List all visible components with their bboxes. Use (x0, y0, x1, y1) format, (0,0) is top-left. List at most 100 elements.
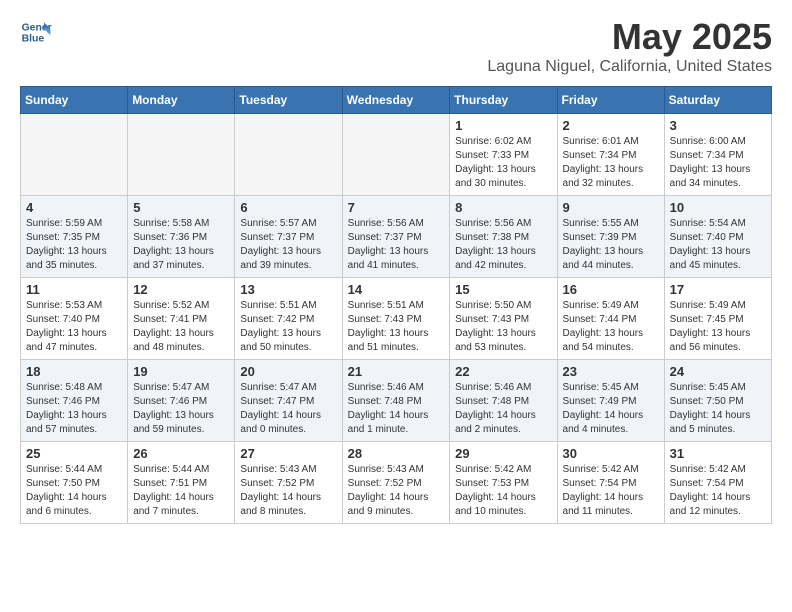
calendar-cell: 3 Sunrise: 6:00 AM Sunset: 7:34 PM Daylig… (664, 114, 771, 196)
logo-icon: General Blue (20, 16, 52, 48)
day-number: 20 (240, 364, 336, 379)
calendar-cell: 18Sunrise: 5:48 AM Sunset: 7:46 PM Dayli… (21, 360, 128, 442)
calendar-cell: 1Sunrise: 6:02 AM Sunset: 7:33 PM Daylig… (450, 114, 557, 196)
day-number: 25 (26, 446, 122, 461)
day-number: 21 (348, 364, 445, 379)
calendar-week-row: 1Sunrise: 6:02 AM Sunset: 7:33 PM Daylig… (21, 114, 772, 196)
calendar-cell: 9 Sunrise: 5:55 AM Sunset: 7:39 PM Daylig… (557, 196, 664, 278)
day-number: 4 (26, 200, 122, 215)
calendar-cell: 22 Sunrise: 5:46 AM Sunset: 7:48 PM Dayli… (450, 360, 557, 442)
day-info: Sunrise: 5:42 AM Sunset: 7:54 PM Dayligh… (670, 463, 766, 519)
day-info: Sunrise: 5:45 AM Sunset: 7:49 PM Dayligh… (563, 381, 659, 437)
day-number: 5 (133, 200, 229, 215)
day-info: Sunrise: 5:52 AM Sunset: 7:41 PM Dayligh… (133, 299, 229, 355)
day-info: Sunrise: 5:42 AM Sunset: 7:54 PM Dayligh… (563, 463, 659, 519)
day-info: Sunrise: 5:58 AM Sunset: 7:36 PM Dayligh… (133, 217, 229, 273)
day-number: 23 (563, 364, 659, 379)
day-number: 7 (348, 200, 445, 215)
day-number: 17 (670, 282, 766, 297)
calendar-cell: 13 Sunrise: 5:51 AM Sunset: 7:42 PM Dayli… (235, 278, 342, 360)
calendar-cell: 7 Sunrise: 5:56 AM Sunset: 7:37 PM Daylig… (342, 196, 450, 278)
day-number: 3 (670, 118, 766, 133)
day-info: Sunrise: 6:01 AM Sunset: 7:34 PM Dayligh… (563, 135, 659, 191)
calendar-cell: 21 Sunrise: 5:46 AM Sunset: 7:48 PM Dayli… (342, 360, 450, 442)
calendar-cell: 23 Sunrise: 5:45 AM Sunset: 7:49 PM Dayli… (557, 360, 664, 442)
day-number: 11 (26, 282, 122, 297)
day-number: 29 (455, 446, 551, 461)
calendar-cell (21, 114, 128, 196)
day-info: Sunrise: 5:59 AM Sunset: 7:35 PM Dayligh… (26, 217, 122, 273)
day-number: 9 (563, 200, 659, 215)
day-info: Sunrise: 5:51 AM Sunset: 7:42 PM Dayligh… (240, 299, 336, 355)
calendar-cell: 27Sunrise: 5:43 AM Sunset: 7:52 PM Dayli… (235, 442, 342, 524)
day-number: 13 (240, 282, 336, 297)
weekday-header-wednesday: Wednesday (342, 87, 450, 114)
day-info: Sunrise: 5:56 AM Sunset: 7:37 PM Dayligh… (348, 217, 445, 273)
day-info: Sunrise: 5:49 AM Sunset: 7:44 PM Dayligh… (563, 299, 659, 355)
day-number: 2 (563, 118, 659, 133)
calendar-cell: 10Sunrise: 5:54 AM Sunset: 7:40 PM Dayli… (664, 196, 771, 278)
day-info: Sunrise: 5:43 AM Sunset: 7:52 PM Dayligh… (240, 463, 336, 519)
day-info: Sunrise: 5:46 AM Sunset: 7:48 PM Dayligh… (348, 381, 445, 437)
calendar-cell: 14Sunrise: 5:51 AM Sunset: 7:43 PM Dayli… (342, 278, 450, 360)
calendar-week-row: 11Sunrise: 5:53 AM Sunset: 7:40 PM Dayli… (21, 278, 772, 360)
calendar-cell: 24 Sunrise: 5:45 AM Sunset: 7:50 PM Dayli… (664, 360, 771, 442)
weekday-header-tuesday: Tuesday (235, 87, 342, 114)
day-number: 24 (670, 364, 766, 379)
calendar-cell: 20 Sunrise: 5:47 AM Sunset: 7:47 PM Dayli… (235, 360, 342, 442)
calendar-cell: 17 Sunrise: 5:49 AM Sunset: 7:45 PM Dayli… (664, 278, 771, 360)
title-block: May 2025 Laguna Niguel, California, Unit… (487, 16, 772, 76)
month-title: May 2025 (487, 16, 772, 58)
day-number: 14 (348, 282, 445, 297)
day-info: Sunrise: 5:54 AM Sunset: 7:40 PM Dayligh… (670, 217, 766, 273)
calendar-cell: 29 Sunrise: 5:42 AM Sunset: 7:53 PM Dayli… (450, 442, 557, 524)
weekday-header-monday: Monday (128, 87, 235, 114)
calendar-cell: 2 Sunrise: 6:01 AM Sunset: 7:34 PM Daylig… (557, 114, 664, 196)
day-number: 22 (455, 364, 551, 379)
calendar-cell (235, 114, 342, 196)
day-info: Sunrise: 5:57 AM Sunset: 7:37 PM Dayligh… (240, 217, 336, 273)
day-info: Sunrise: 5:56 AM Sunset: 7:38 PM Dayligh… (455, 217, 551, 273)
day-number: 15 (455, 282, 551, 297)
day-info: Sunrise: 5:50 AM Sunset: 7:43 PM Dayligh… (455, 299, 551, 355)
day-info: Sunrise: 5:44 AM Sunset: 7:50 PM Dayligh… (26, 463, 122, 519)
calendar-cell: 16Sunrise: 5:49 AM Sunset: 7:44 PM Dayli… (557, 278, 664, 360)
calendar-cell (128, 114, 235, 196)
calendar-week-row: 4 Sunrise: 5:59 AM Sunset: 7:35 PM Daylig… (21, 196, 772, 278)
page-header: General Blue May 2025 Laguna Niguel, Cal… (20, 16, 772, 76)
svg-text:Blue: Blue (22, 34, 45, 45)
calendar-cell: 11Sunrise: 5:53 AM Sunset: 7:40 PM Dayli… (21, 278, 128, 360)
day-info: Sunrise: 6:02 AM Sunset: 7:33 PM Dayligh… (455, 135, 551, 191)
calendar-cell: 30 Sunrise: 5:42 AM Sunset: 7:54 PM Dayli… (557, 442, 664, 524)
day-number: 12 (133, 282, 229, 297)
day-number: 19 (133, 364, 229, 379)
calendar-cell: 4 Sunrise: 5:59 AM Sunset: 7:35 PM Daylig… (21, 196, 128, 278)
day-info: Sunrise: 5:45 AM Sunset: 7:50 PM Dayligh… (670, 381, 766, 437)
day-number: 28 (348, 446, 445, 461)
day-info: Sunrise: 5:46 AM Sunset: 7:48 PM Dayligh… (455, 381, 551, 437)
day-info: Sunrise: 6:00 AM Sunset: 7:34 PM Dayligh… (670, 135, 766, 191)
day-info: Sunrise: 5:47 AM Sunset: 7:47 PM Dayligh… (240, 381, 336, 437)
calendar-cell: 28Sunrise: 5:43 AM Sunset: 7:52 PM Dayli… (342, 442, 450, 524)
weekday-header-friday: Friday (557, 87, 664, 114)
day-info: Sunrise: 5:55 AM Sunset: 7:39 PM Dayligh… (563, 217, 659, 273)
calendar-table: SundayMondayTuesdayWednesdayThursdayFrid… (20, 86, 772, 524)
weekday-header-thursday: Thursday (450, 87, 557, 114)
calendar-cell: 8 Sunrise: 5:56 AM Sunset: 7:38 PM Daylig… (450, 196, 557, 278)
calendar-header-row: SundayMondayTuesdayWednesdayThursdayFrid… (21, 87, 772, 114)
day-info: Sunrise: 5:42 AM Sunset: 7:53 PM Dayligh… (455, 463, 551, 519)
day-number: 18 (26, 364, 122, 379)
day-number: 8 (455, 200, 551, 215)
calendar-cell: 31Sunrise: 5:42 AM Sunset: 7:54 PM Dayli… (664, 442, 771, 524)
calendar-cell: 6Sunrise: 5:57 AM Sunset: 7:37 PM Daylig… (235, 196, 342, 278)
calendar-week-row: 18Sunrise: 5:48 AM Sunset: 7:46 PM Dayli… (21, 360, 772, 442)
day-number: 30 (563, 446, 659, 461)
day-info: Sunrise: 5:44 AM Sunset: 7:51 PM Dayligh… (133, 463, 229, 519)
location-title: Laguna Niguel, California, United States (487, 58, 772, 76)
calendar-cell: 26 Sunrise: 5:44 AM Sunset: 7:51 PM Dayli… (128, 442, 235, 524)
day-info: Sunrise: 5:49 AM Sunset: 7:45 PM Dayligh… (670, 299, 766, 355)
calendar-cell: 25 Sunrise: 5:44 AM Sunset: 7:50 PM Dayli… (21, 442, 128, 524)
weekday-header-sunday: Sunday (21, 87, 128, 114)
calendar-cell (342, 114, 450, 196)
day-number: 26 (133, 446, 229, 461)
